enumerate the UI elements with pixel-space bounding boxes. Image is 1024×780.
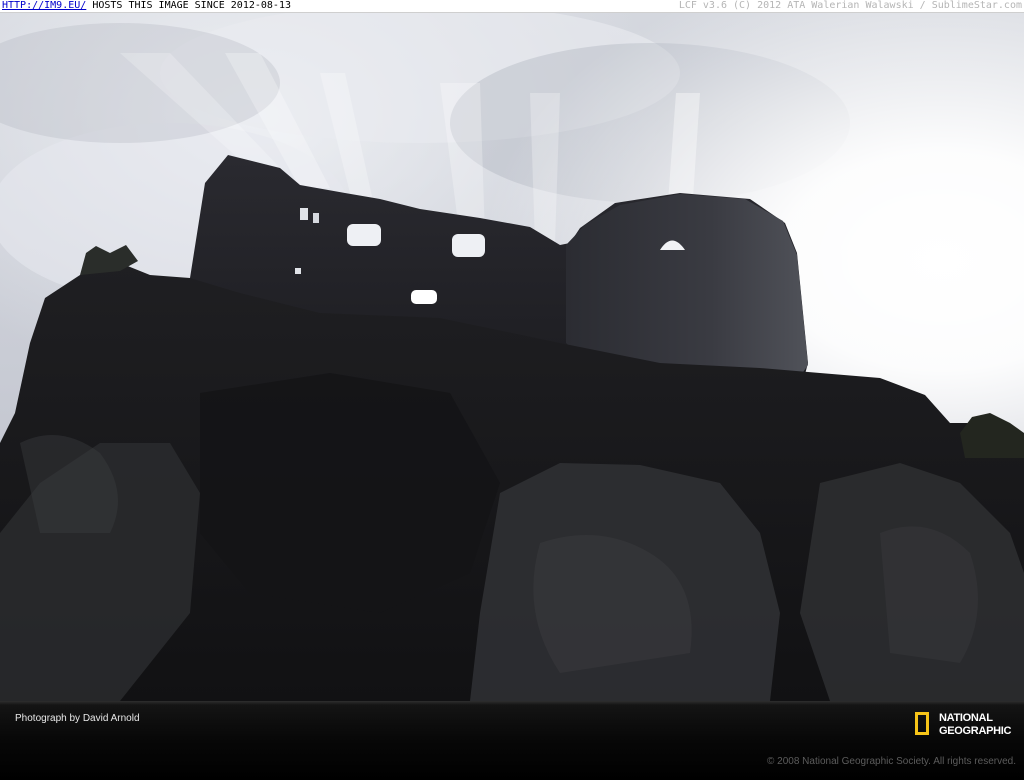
copyright-notice: © 2008 National Geographic Society. All … (767, 756, 1016, 767)
photographer-credit: Photograph by David Arnold (15, 713, 140, 724)
yellow-border-icon (915, 712, 929, 735)
photo-caption-bar: Photograph by David Arnold NATIONAL GEOG… (0, 701, 1024, 780)
window-opening (313, 213, 319, 223)
banner-left: HTTP://IM9.EU/ HOSTS THIS IMAGE SINCE 20… (2, 0, 291, 12)
window-opening (452, 234, 485, 257)
national-geographic-logo: NATIONAL GEOGRAPHIC (915, 711, 1024, 743)
logo-line-1: NATIONAL (939, 712, 993, 724)
castle-ruin-photo (0, 13, 1024, 701)
logo-wordmark: NATIONAL GEOGRAPHIC (939, 712, 1011, 738)
version-credit-text: LCF v3.6 (C) 2012 ATA Walerian Walawski … (678, 0, 1022, 11)
host-since-text: HOSTS THIS IMAGE SINCE 2012-08-13 (86, 0, 291, 11)
window-opening (347, 224, 381, 246)
hosting-banner: HTTP://IM9.EU/ HOSTS THIS IMAGE SINCE 20… (0, 0, 1024, 13)
window-opening (411, 290, 437, 304)
logo-line-2: GEOGRAPHIC (939, 725, 1012, 737)
window-opening (295, 268, 301, 274)
window-opening (300, 208, 308, 220)
host-link[interactable]: HTTP://IM9.EU/ (2, 0, 86, 11)
